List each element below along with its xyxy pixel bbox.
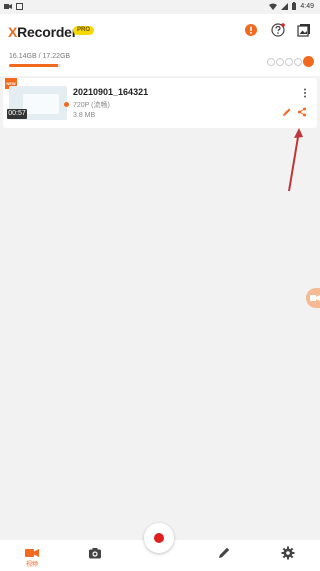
nav-settings-icon[interactable]	[280, 545, 296, 561]
status-time: 4:49	[300, 2, 314, 10]
app-title-x: X	[8, 24, 18, 40]
thumbnail-preview	[23, 94, 59, 114]
record-button[interactable]	[144, 523, 174, 553]
alert-button[interactable]	[243, 22, 259, 38]
storage-progress	[9, 64, 61, 67]
recording-resolution: 720P (流畅)	[73, 102, 110, 109]
nav-videos-label: 视频	[26, 562, 39, 568]
recording-size: 3.8 MB	[73, 112, 96, 119]
app-title: XRecorder	[8, 24, 77, 40]
signal-icon	[281, 2, 289, 10]
notification-icon	[16, 3, 23, 10]
view-mode-switcher	[267, 56, 314, 67]
more-options-icon[interactable]	[302, 88, 308, 98]
record-dot-icon	[154, 533, 164, 543]
storage-progress-fill	[9, 64, 58, 67]
view-mode-settings-button[interactable]	[267, 57, 275, 66]
status-bar: 4:49	[0, 0, 320, 14]
pro-badge[interactable]: PRO	[73, 26, 94, 35]
status-right-icons: 4:49	[269, 2, 314, 10]
video-duration: 00:57	[7, 109, 27, 119]
storage-bar: 16.14GB / 17.22GB	[0, 48, 320, 76]
recording-card[interactable]: NEW	[3, 78, 317, 128]
storage-text: 16.14GB / 17.22GB	[9, 53, 71, 60]
unread-dot	[64, 102, 69, 107]
record-notification-icon	[4, 4, 12, 9]
view-mode-record-button[interactable]	[303, 56, 314, 67]
wifi-icon	[269, 3, 278, 10]
video-camera-icon	[310, 295, 320, 301]
help-button[interactable]	[270, 22, 286, 38]
share-icon[interactable]	[297, 107, 307, 117]
view-mode-grid-button[interactable]	[285, 57, 293, 66]
view-mode-list-button[interactable]	[276, 57, 284, 66]
app-header: XRecorder PRO	[0, 14, 320, 48]
view-mode-edit-button[interactable]	[294, 57, 302, 66]
gallery-button[interactable]	[296, 22, 312, 38]
nav-edit-icon[interactable]	[216, 545, 232, 561]
nav-screenshots-icon[interactable]	[87, 545, 103, 561]
edit-icon[interactable]	[282, 107, 292, 117]
recording-name: 20210901_164321	[73, 87, 149, 97]
floating-ball-button[interactable]	[306, 288, 320, 308]
battery-icon	[292, 2, 297, 10]
app-title-rest: Recorder	[17, 24, 78, 40]
annotation-arrow	[288, 128, 303, 192]
status-left-icons	[4, 3, 23, 10]
